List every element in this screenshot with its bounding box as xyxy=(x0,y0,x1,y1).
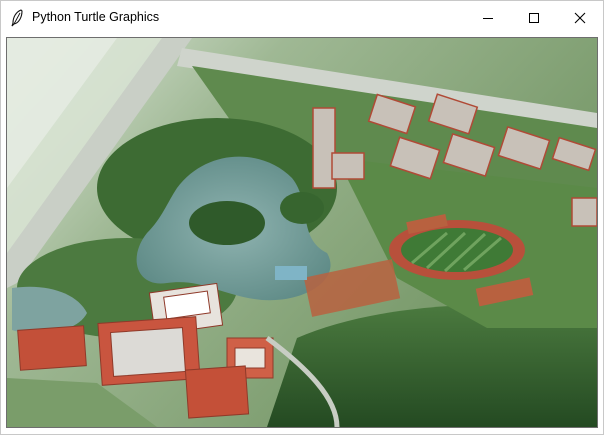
close-icon xyxy=(574,12,586,24)
title-bar[interactable]: Python Turtle Graphics xyxy=(1,1,603,35)
maximize-button[interactable] xyxy=(511,1,557,35)
minimize-icon xyxy=(483,18,493,19)
close-button[interactable] xyxy=(557,1,603,35)
feather-icon xyxy=(11,9,23,27)
window-title: Python Turtle Graphics xyxy=(32,10,160,24)
turtle-window: Python Turtle Graphics xyxy=(0,0,604,435)
minimize-button[interactable] xyxy=(465,1,511,35)
maximize-icon xyxy=(529,13,539,23)
campus-aerial-image xyxy=(7,38,597,427)
turtle-canvas[interactable] xyxy=(6,37,598,428)
